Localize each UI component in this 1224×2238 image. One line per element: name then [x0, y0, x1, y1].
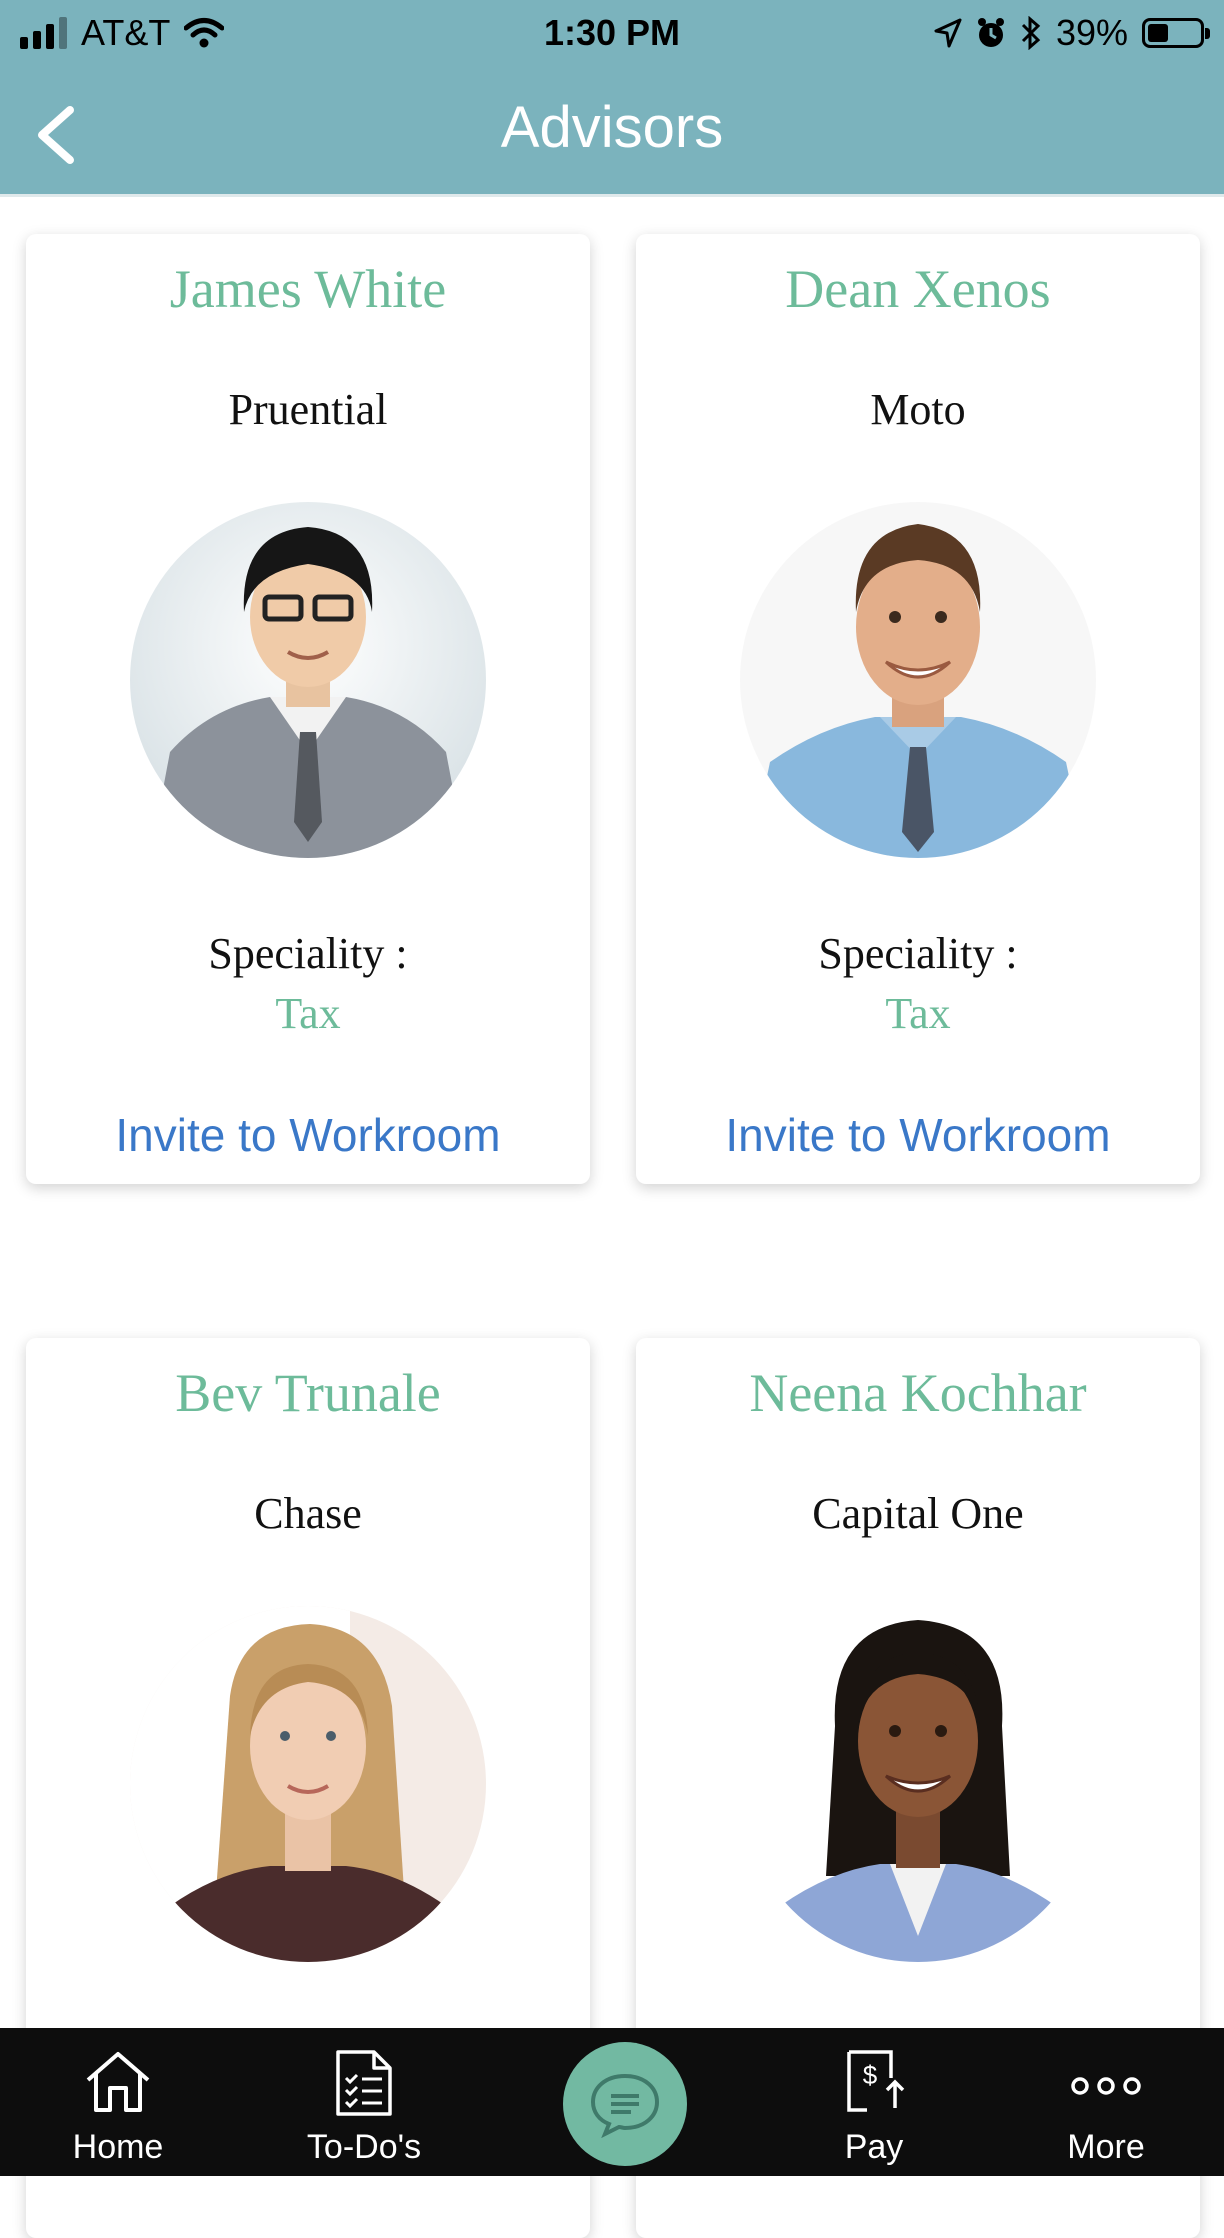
tab-label: More [1067, 2128, 1145, 2166]
tab-pay[interactable]: $ Pay [774, 2028, 974, 2176]
speciality-label: Speciality : [818, 929, 1018, 978]
avatar [130, 502, 486, 858]
tab-more[interactable]: More [1006, 2028, 1206, 2176]
tab-label: Pay [844, 2128, 904, 2166]
battery-percent: 39% [1055, 12, 1128, 53]
speciality-value: Tax [275, 989, 341, 1038]
advisor-company: Moto [870, 385, 966, 434]
advisor-company: Pruential [228, 385, 388, 434]
advisor-name: James White [169, 259, 447, 319]
svg-text:$: $ [863, 2060, 878, 2090]
speciality-value: Tax [885, 989, 951, 1038]
avatar [130, 1606, 486, 1962]
advisor-name: Dean Xenos [785, 259, 1051, 319]
location-arrow-icon [934, 18, 962, 48]
advisor-company: Chase [254, 1489, 362, 1538]
tab-home[interactable]: Home [18, 2028, 218, 2176]
tab-label: To-Do's [306, 2128, 422, 2166]
invite-to-workroom-link[interactable]: Invite to Workroom [636, 1108, 1200, 1162]
battery-icon [1142, 18, 1210, 48]
advisor-card: Dean Xenos Moto Speciality : Tax Invite … [636, 234, 1200, 1184]
checklist-icon [336, 2050, 392, 2116]
more-icon [1071, 2077, 1141, 2095]
alarm-icon [977, 18, 1004, 47]
speciality-label: Speciality : [208, 929, 408, 978]
advisor-name: Neena Kochhar [749, 1363, 1087, 1423]
status-bar: AT&T 1:30 PM 39% [0, 0, 1224, 70]
advisor-card: James White Pruential Speciality : Tax I… [26, 234, 590, 1184]
home-icon [86, 2052, 150, 2112]
tab-todos[interactable]: To-Do's [264, 2028, 464, 2176]
page-title: Advisors [500, 95, 724, 160]
chat-button[interactable] [563, 2042, 687, 2166]
advisor-company: Capital One [812, 1489, 1024, 1538]
bluetooth-icon [1021, 16, 1041, 50]
avatar [740, 502, 1096, 858]
app-header: AT&T 1:30 PM 39% Advisors [0, 0, 1224, 197]
advisor-name: Bev Trunale [175, 1363, 441, 1423]
avatar [740, 1606, 1096, 1962]
chat-icon [590, 2073, 660, 2138]
pay-icon: $ [847, 2050, 905, 2112]
tab-label: Home [72, 2128, 164, 2166]
invite-to-workroom-link[interactable]: Invite to Workroom [26, 1108, 590, 1162]
